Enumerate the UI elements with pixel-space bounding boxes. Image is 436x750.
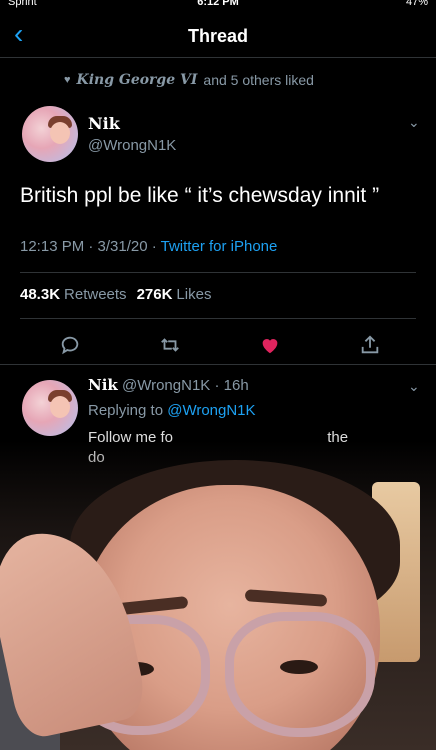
divider — [0, 364, 436, 365]
heart-icon: ♥ — [64, 74, 71, 86]
author-name: Nik — [88, 114, 120, 133]
battery-percent: 47% — [405, 0, 428, 8]
video-overlay[interactable] — [0, 440, 436, 750]
page-title: Thread — [187, 26, 248, 46]
status-bar: Sprint 6:12 PM 47% — [0, 0, 436, 10]
divider — [20, 318, 416, 319]
like-count[interactable]: 276K Likes — [137, 286, 212, 303]
chevron-down-icon[interactable]: ⌄ — [408, 114, 420, 131]
tweet-timestamp: 12:13 PM · 3/31/20 · — [20, 238, 161, 255]
reply-author-name: Nik — [88, 376, 118, 394]
chevron-down-icon[interactable]: ⌄ — [408, 378, 420, 395]
social-context-rest: and 5 others liked — [203, 72, 314, 88]
tweet-text: British ppl be like “ it’s chewsday inni… — [20, 184, 380, 207]
reply-header[interactable]: Nik @WrongN1K · 16h — [88, 376, 249, 394]
divider — [20, 272, 416, 273]
tweet-stats: 48.3K Retweets 276K Likes — [20, 286, 211, 303]
action-bar — [0, 330, 436, 360]
author-handle: @WrongN1K — [88, 137, 177, 154]
tweet-author[interactable]: Nik @WrongN1K — [88, 114, 176, 154]
reply-icon[interactable] — [55, 330, 85, 360]
navigation-bar: ‹ Thread — [0, 14, 436, 58]
liker-name: King George VI — [76, 72, 198, 88]
share-icon[interactable] — [355, 330, 385, 360]
replying-to-handle[interactable]: @WrongN1K — [167, 402, 255, 419]
retweet-icon[interactable] — [155, 330, 185, 360]
status-time: 6:12 PM — [197, 0, 239, 8]
retweet-count[interactable]: 48.3K Retweets — [20, 286, 127, 303]
reply-avatar[interactable] — [22, 380, 78, 436]
avatar[interactable] — [22, 106, 78, 162]
social-context[interactable]: ♥ King George VI and 5 others liked — [64, 72, 314, 88]
replying-to: Replying to @WrongN1K — [88, 402, 256, 419]
like-icon[interactable] — [255, 330, 285, 360]
tweet-source[interactable]: Twitter for iPhone — [161, 238, 278, 255]
tweet-meta: 12:13 PM · 3/31/20 · Twitter for iPhone — [20, 238, 277, 255]
reply-handle-time: @WrongN1K · 16h — [121, 377, 249, 394]
